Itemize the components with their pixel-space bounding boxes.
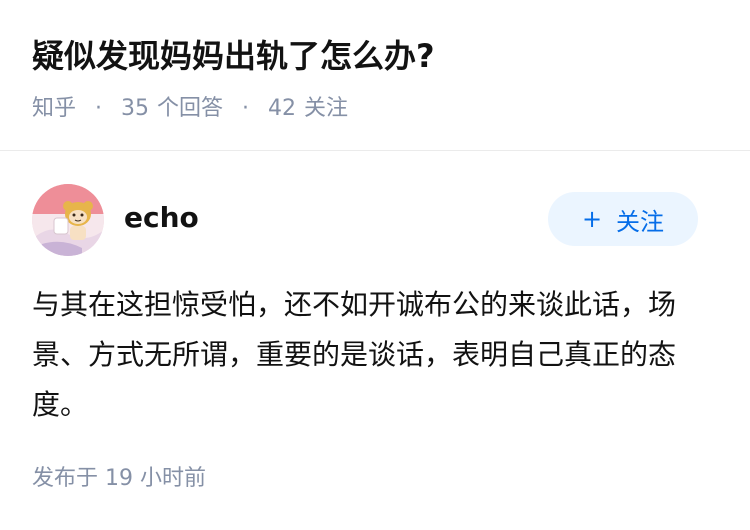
avatar[interactable] [32, 184, 104, 256]
question-header: 疑似发现妈妈出轨了怎么办? 知乎 · 35 个回答 · 42 关注 [0, 0, 750, 150]
plus-icon: + [581, 205, 603, 233]
divider [0, 150, 750, 151]
question-meta: 知乎 · 35 个回答 · 42 关注 [32, 92, 348, 126]
author-name[interactable]: echo [124, 198, 199, 238]
answer-count: 35 [121, 96, 150, 121]
follow-button-label: 关注 [616, 207, 665, 236]
follow-button[interactable]: + 关注 [548, 192, 698, 246]
answer-content[interactable]: 与其在这担惊受怕，还不如开诚布公的来谈此话，场景、方式无所谓，重要的是谈话，表明… [32, 280, 712, 430]
follow-count: 42 [268, 96, 297, 121]
published-label: 发布于 [32, 466, 99, 491]
source-label[interactable]: 知乎 [32, 96, 76, 121]
separator-dot: · [242, 96, 250, 121]
question-title[interactable]: 疑似发现妈妈出轨了怎么办? [32, 32, 435, 80]
answer-count-label: 个回答 [157, 96, 224, 121]
follow-count-label: 关注 [304, 96, 349, 121]
published-time-value: 19 小时前 [105, 466, 207, 491]
separator-dot: · [95, 96, 103, 121]
published-time: 发布于 19 小时前 [32, 462, 206, 496]
anime-avatar-icon [32, 184, 104, 256]
